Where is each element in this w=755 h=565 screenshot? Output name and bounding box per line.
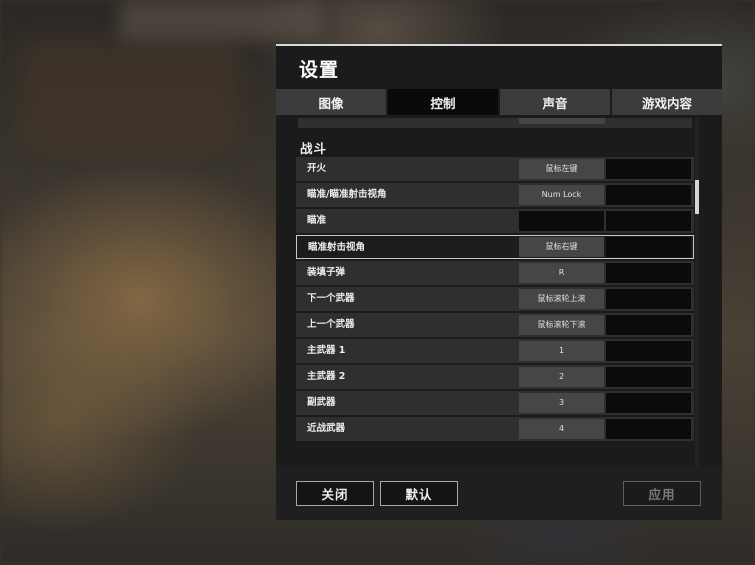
keybinding-label: 近战武器	[307, 423, 346, 434]
secondary-key-slot[interactable]	[606, 341, 691, 361]
secondary-key-slot[interactable]	[606, 211, 691, 231]
scrollbar[interactable]	[695, 118, 699, 498]
primary-key-slot[interactable]: 鼠标左键	[519, 159, 604, 179]
section-title-combat: 战斗	[300, 141, 328, 156]
settings-tabs: 图像 控制 声音 游戏内容	[276, 89, 722, 115]
primary-key-slot[interactable]: 4	[519, 419, 604, 439]
tab-gameplay[interactable]: 游戏内容	[612, 89, 722, 115]
tab-controls[interactable]: 控制	[388, 89, 498, 115]
keybinding-label: 副武器	[307, 397, 336, 408]
secondary-key-slot[interactable]	[606, 393, 691, 413]
settings-title: 设置	[299, 59, 340, 81]
keybinding-slot[interactable]	[519, 118, 605, 124]
keybinding-row[interactable]: 下一个武器 鼠标滚轮上滚	[296, 287, 694, 311]
secondary-key-slot[interactable]	[606, 159, 691, 179]
primary-key-slot[interactable]: 鼠标滚轮下滚	[519, 315, 604, 335]
primary-key-slot[interactable]: 2	[519, 367, 604, 387]
keybinding-rows: 开火 鼠标左键瞄准/瞄准射击视角 Num Lock 瞄准瞄准射击视角 鼠标右键装填子弹 R…	[296, 157, 694, 443]
secondary-key-slot[interactable]	[606, 315, 691, 335]
secondary-key-slot[interactable]	[606, 185, 691, 205]
keybinding-row[interactable]: 瞄准	[296, 209, 694, 233]
keybinding-label: 瞄准射击视角	[308, 242, 366, 253]
apply-button[interactable]: 应用	[623, 481, 701, 506]
keybinding-label: 瞄准/瞄准射击视角	[307, 189, 387, 200]
tab-graphics[interactable]: 图像	[276, 89, 386, 115]
primary-key-slot[interactable]	[519, 211, 604, 231]
keybinding-row[interactable]: 主武器 1 1	[296, 339, 694, 363]
keybinding-row[interactable]: 瞄准射击视角 鼠标右键	[296, 235, 694, 259]
default-button[interactable]: 默认	[380, 481, 458, 506]
keybinding-label: 开火	[307, 163, 327, 174]
primary-key-slot[interactable]: Num Lock	[519, 185, 604, 205]
keybinding-row[interactable]: 装填子弹 R	[296, 261, 694, 285]
secondary-key-slot[interactable]	[606, 237, 691, 257]
keybinding-label: 装填子弹	[307, 267, 346, 278]
close-button[interactable]: 关闭	[296, 481, 374, 506]
secondary-key-slot[interactable]	[606, 419, 691, 439]
secondary-key-slot[interactable]	[606, 263, 691, 283]
keybinding-label: 主武器 1	[307, 345, 346, 356]
keybinding-row[interactable]: 主武器 2 2	[296, 365, 694, 389]
secondary-key-slot[interactable]	[606, 289, 691, 309]
keybinding-label: 主武器 2	[307, 371, 346, 382]
settings-panel: 设置 图像 控制 声音 游戏内容 战斗 开火 鼠标左键瞄准/瞄准射击视角 Num L…	[276, 44, 722, 520]
keybinding-row[interactable]: 开火 鼠标左键	[296, 157, 694, 181]
background-building	[20, 40, 240, 150]
primary-key-slot[interactable]: 3	[519, 393, 604, 413]
background-structure	[120, 0, 320, 40]
keybinding-label: 上一个武器	[307, 319, 355, 330]
primary-key-slot[interactable]: 鼠标右键	[519, 237, 604, 257]
keybinding-row[interactable]: 副武器 3	[296, 391, 694, 415]
tab-sound[interactable]: 声音	[500, 89, 610, 115]
partially-hidden-row	[298, 118, 692, 128]
keybinding-row[interactable]: 瞄准/瞄准射击视角 Num Lock	[296, 183, 694, 207]
primary-key-slot[interactable]: 鼠标滚轮上滚	[519, 289, 604, 309]
keybinding-row[interactable]: 近战武器 4	[296, 417, 694, 441]
keybinding-label: 瞄准	[307, 215, 327, 226]
keybinding-list: 战斗 开火 鼠标左键瞄准/瞄准射击视角 Num Lock 瞄准瞄准射击视角 鼠标右键装填…	[296, 118, 700, 498]
primary-key-slot[interactable]: R	[519, 263, 604, 283]
scrollbar-thumb[interactable]	[695, 180, 699, 214]
settings-footer: 关闭 默认 应用	[276, 466, 722, 520]
primary-key-slot[interactable]: 1	[519, 341, 604, 361]
secondary-key-slot[interactable]	[606, 367, 691, 387]
keybinding-row[interactable]: 上一个武器 鼠标滚轮下滚	[296, 313, 694, 337]
keybinding-label: 下一个武器	[307, 293, 355, 304]
